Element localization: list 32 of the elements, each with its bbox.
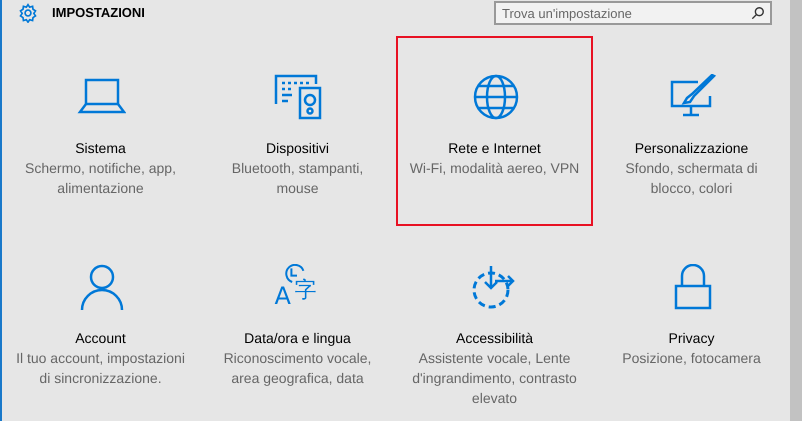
tile-title: Data/ora e lingua xyxy=(244,329,351,348)
settings-tile[interactable]: Accessibilità Assistente vocale, Lente d'ingrandimento, contrasto elevato xyxy=(396,226,593,416)
settings-tile[interactable]: Personalizzazione Sfondo, schermata di blocco, colori xyxy=(593,36,790,226)
tile-description: Il tuo account, impostazioni di sincronizzazione. xyxy=(16,349,186,388)
settings-icon xyxy=(18,3,38,23)
settings-tile[interactable]: Privacy Posizione, fotocamera xyxy=(593,226,790,416)
language-glyph: A xyxy=(274,284,291,308)
tile-title: Rete e Internet xyxy=(448,139,541,158)
tile-description: Assistente vocale, Lente d'ingrandimento, contrasto elevato xyxy=(411,349,578,408)
tile-title: Privacy xyxy=(668,329,714,348)
settings-tile[interactable]: Account Il tuo account, impostazioni di sincronizzazione. xyxy=(2,226,199,416)
tile-description: Sfondo, schermata di blocco, colori xyxy=(624,159,759,198)
settings-tile[interactable]: Dispositivi Bluetooth, stampanti, mouse xyxy=(199,36,396,226)
language-glyph: 字 xyxy=(294,280,316,302)
tile-title: Account xyxy=(75,329,126,348)
tile-description: Bluetooth, stampanti, mouse xyxy=(230,159,364,198)
app-title: IMPOSTAZIONI xyxy=(52,4,145,22)
scrollbar[interactable] xyxy=(790,0,802,421)
tile-title: Dispositivi xyxy=(266,139,329,158)
tile-description: Wi-Fi, modalità aereo, VPN xyxy=(410,159,580,178)
settings-tile[interactable]: Sistema Schermo, notifiche, app, alimentazione xyxy=(2,36,199,226)
settings-tile[interactable]: A字 Data/ora e lingua Riconoscimento vocale, area geografica, data xyxy=(199,226,396,416)
tile-description: Posizione, fotocamera xyxy=(622,349,761,368)
search-icon xyxy=(751,6,765,20)
tile-title: Accessibilità xyxy=(456,329,534,348)
devices-icon xyxy=(272,74,322,120)
settings-tile[interactable]: Rete e Internet Wi-Fi, modalità aereo, VPN xyxy=(396,36,593,226)
tile-title: Personalizzazione xyxy=(634,139,748,158)
search-field[interactable]: Trova un'impostazione xyxy=(494,1,772,25)
tile-description: Schermo, notifiche, app, alimentazione xyxy=(24,159,177,198)
tile-description: Riconoscimento vocale, area geografica, data xyxy=(222,349,372,388)
tile-title: Sistema xyxy=(75,139,126,158)
